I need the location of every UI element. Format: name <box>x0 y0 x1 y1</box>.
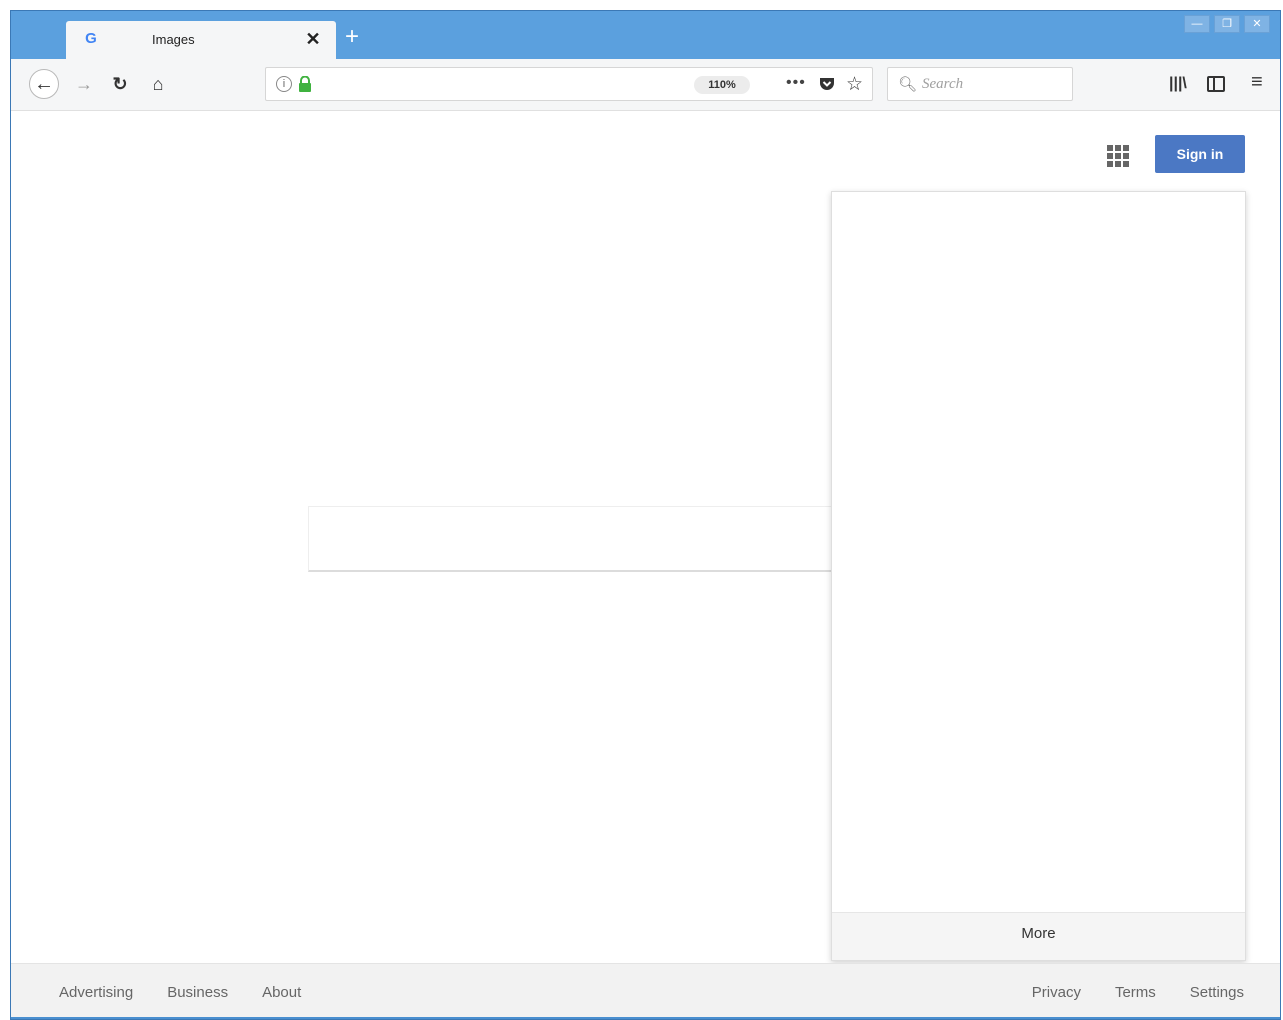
image-search-box[interactable] <box>308 506 833 572</box>
tab-strip: G Images ✕ + — ❐ ✕ <box>11 11 1280 59</box>
minimize-button[interactable]: — <box>1184 15 1210 33</box>
star-icon[interactable]: ☆ <box>846 73 863 96</box>
footer-link-settings[interactable]: Settings <box>1190 984 1244 1001</box>
forward-arrow-icon[interactable]: → <box>69 69 99 99</box>
search-input[interactable] <box>922 68 1067 100</box>
footer-right-links: Privacy Terms Settings <box>1032 984 1244 1001</box>
reload-icon[interactable]: ↻ <box>105 69 135 99</box>
footer-link-business[interactable]: Business <box>167 984 228 1001</box>
lock-icon[interactable] <box>298 75 312 92</box>
pocket-icon[interactable] <box>818 75 836 93</box>
tab-title: Images <box>152 32 195 47</box>
footer-link-privacy[interactable]: Privacy <box>1032 984 1081 1001</box>
new-tab-button[interactable]: + <box>339 25 365 51</box>
footer-left-links: Advertising Business About <box>59 984 301 1001</box>
sign-in-button[interactable]: Sign in <box>1155 135 1245 173</box>
close-tab-icon[interactable]: ✕ <box>302 28 324 50</box>
library-icon[interactable]: |||\ <box>1169 75 1187 93</box>
hamburger-menu-icon[interactable]: ≡ <box>1251 71 1263 94</box>
info-icon[interactable]: i <box>276 76 292 92</box>
page-footer: Advertising Business About Privacy Terms… <box>11 963 1280 1017</box>
maximize-button[interactable]: ❐ <box>1214 15 1240 33</box>
back-arrow-icon[interactable]: ← <box>29 69 59 99</box>
home-icon[interactable]: ⌂ <box>143 69 173 99</box>
zoom-level-badge[interactable]: 110% <box>694 76 750 94</box>
tab-images[interactable]: G Images ✕ <box>66 21 336 59</box>
page-content: Sign in More <box>11 111 1280 963</box>
apps-panel: More <box>831 191 1246 961</box>
window-controls: — ❐ ✕ <box>1184 15 1270 35</box>
search-icon: 🔍︎ <box>898 76 918 93</box>
more-apps-button[interactable]: More <box>832 912 1245 960</box>
browser-window: G Images ✕ + — ❐ ✕ ← → ↻ ⌂ i 110% ••• ☆ … <box>10 10 1281 1020</box>
navigation-toolbar: ← → ↻ ⌂ i 110% ••• ☆ 🔍︎ Search |||\ ≡ <box>11 59 1280 111</box>
url-bar[interactable]: i 110% ••• ☆ <box>265 67 873 101</box>
apps-grid-icon[interactable] <box>1107 145 1129 167</box>
footer-link-advertising[interactable]: Advertising <box>59 984 133 1001</box>
page-actions-menu-icon[interactable]: ••• <box>786 74 806 92</box>
sidebar-icon[interactable] <box>1207 76 1225 92</box>
close-window-button[interactable]: ✕ <box>1244 15 1270 33</box>
google-favicon-icon: G <box>85 30 97 47</box>
footer-link-about[interactable]: About <box>262 984 301 1001</box>
footer-link-terms[interactable]: Terms <box>1115 984 1156 1001</box>
search-bar[interactable]: 🔍︎ <box>887 67 1073 101</box>
